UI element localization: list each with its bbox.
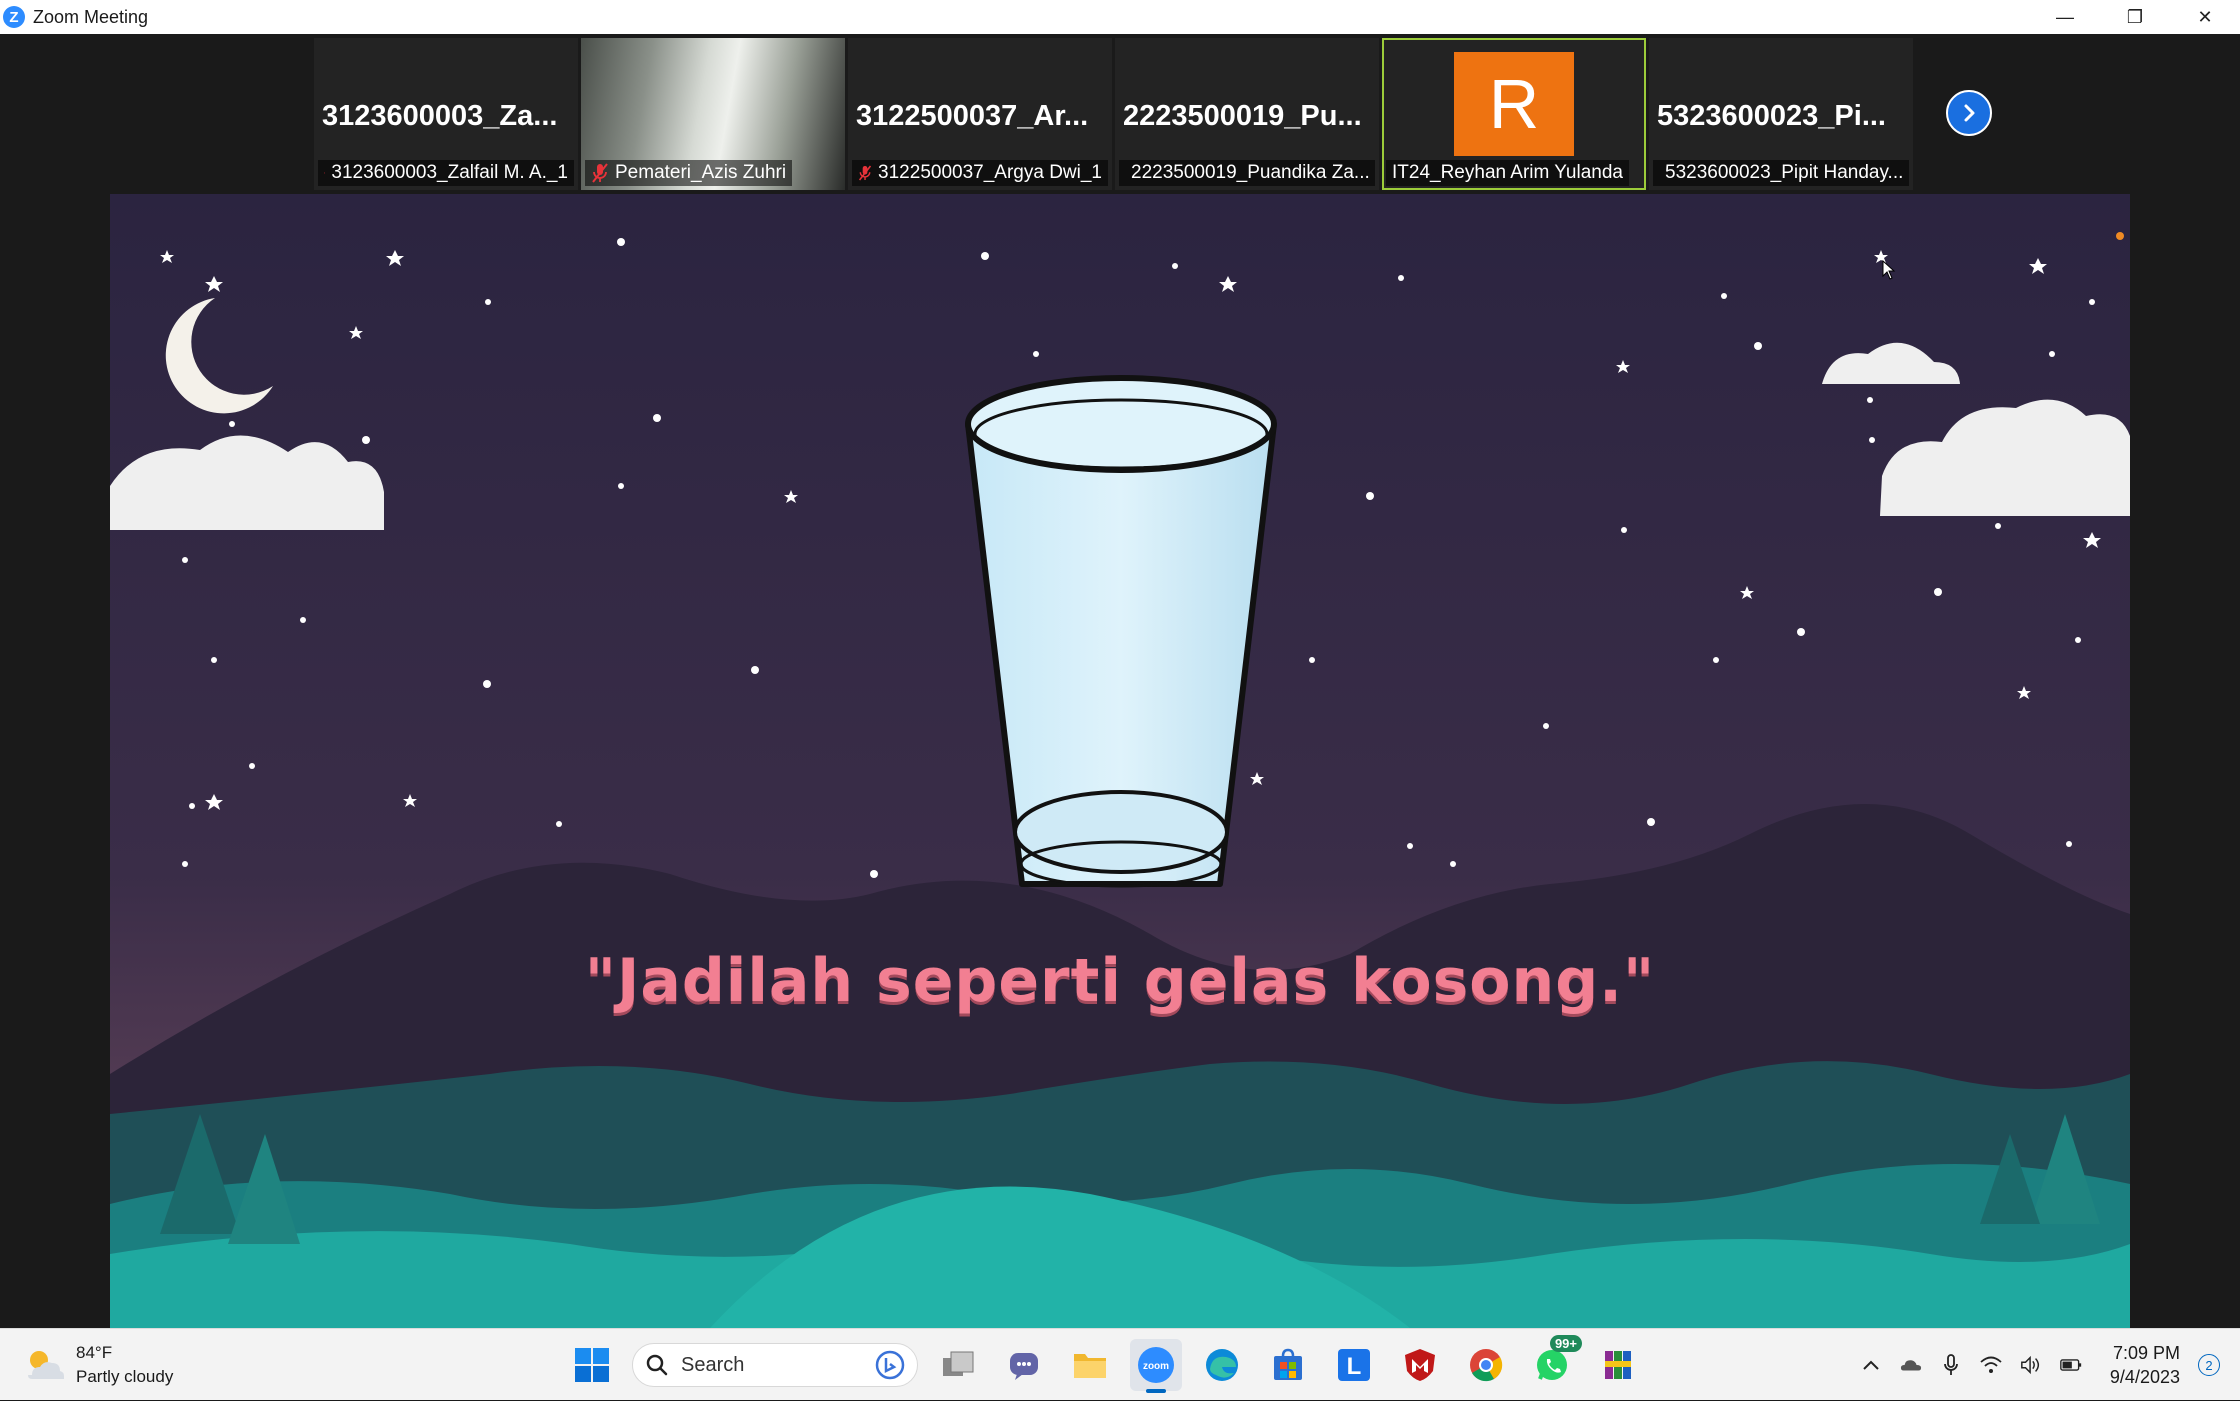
participant-tile-active-speaker[interactable]: R IT24_Reyhan Arim Yulanda [1382,38,1646,190]
muted-mic-icon [858,163,872,183]
clock-date: 9/4/2023 [2110,1365,2180,1389]
file-explorer-icon[interactable] [1064,1339,1116,1391]
slide-illustration [110,194,2130,1328]
participant-label: IT24_Reyhan Arim Yulanda [1386,160,1629,186]
avatar: R [1454,52,1574,156]
participant-display-name: 5323600023_Pi... [1657,100,1886,133]
title-bar: Z Zoom Meeting — ❐ ✕ [0,0,2240,34]
participant-label-text: 2223500019_Puandika Za... [1131,162,1370,184]
meeting-stage: 3123600003_Za... 3123600003_Zalfail M. A… [0,34,2240,1328]
search-placeholder: Search [681,1354,863,1377]
participant-label: Pemateri_Azis Zuhri [585,160,792,186]
participant-tile[interactable]: 3123600003_Za... 3123600003_Zalfail M. A… [314,38,578,190]
participant-label: 2223500019_Puandika Za... [1119,160,1375,186]
close-button[interactable]: ✕ [2170,0,2240,34]
participant-label-text: Pemateri_Azis Zuhri [615,162,786,184]
restore-button[interactable]: ❐ [2100,0,2170,34]
participant-tile[interactable]: 2223500019_Pu... 2223500019_Puandika Za.… [1115,38,1379,190]
chrome-icon[interactable] [1460,1339,1512,1391]
svg-text:L: L [1347,1353,1362,1380]
edge-icon[interactable] [1196,1339,1248,1391]
participant-label: 3122500037_Argya Dwi_1 [852,160,1108,186]
zoom-app-icon: Z [3,6,25,28]
next-page-button[interactable] [1946,90,1992,136]
participant-label: 5323600023_Pipit Handay... [1653,160,1909,186]
teams-chat-icon[interactable] [998,1339,1050,1391]
zoom-icon[interactable]: zoom [1130,1339,1182,1391]
window-title: Zoom Meeting [33,7,148,28]
winrar-icon[interactable] [1592,1339,1644,1391]
participant-tile[interactable]: 3122500037_Ar... 3122500037_Argya Dwi_1 [848,38,1112,190]
slide-quote: "Jadilah seperti gelas kosong." [110,946,2130,1016]
participant-label-text: 3122500037_Argya Dwi_1 [878,162,1102,184]
taskbar-search[interactable]: Search [632,1343,918,1387]
notification-badge: 99+ [1550,1335,1582,1352]
weather-temperature: 84°F [76,1341,173,1365]
participant-label-text: 3123600003_Zalfail M. A._1 [331,162,568,184]
shared-screen-slide: "Jadilah seperti gelas kosong." [110,194,2130,1328]
participant-label-text: 5323600023_Pipit Handay... [1665,162,1903,184]
participant-display-name: 3123600003_Za... [322,100,557,133]
muted-mic-icon [591,163,609,183]
mcafee-icon[interactable] [1394,1339,1446,1391]
participant-display-name: 3122500037_Ar... [856,100,1088,133]
chevron-up-icon[interactable] [1860,1354,1882,1376]
taskbar-apps: Search zoom L 99+ [566,1337,1644,1393]
windows-logo-icon [574,1347,610,1383]
start-button[interactable] [566,1339,618,1391]
taskbar-clock[interactable]: 7:09 PM 9/4/2023 [2110,1341,2180,1389]
system-tray: 7:09 PM 9/4/2023 2 [1860,1329,2220,1401]
wifi-icon[interactable] [1980,1354,2002,1376]
participant-label-text: IT24_Reyhan Arim Yulanda [1392,162,1623,184]
microphone-icon[interactable] [1940,1354,1962,1376]
glass-illustration [968,378,1274,886]
svg-text:zoom: zoom [1143,1361,1169,1372]
participant-label: 3123600003_Zalfail M. A._1 [318,160,574,186]
battery-icon[interactable] [2060,1354,2082,1376]
partly-cloudy-icon [24,1345,64,1385]
muted-mic-icon [324,163,325,183]
weather-description: Partly cloudy [76,1365,173,1389]
participant-strip: 3123600003_Za... 3123600003_Zalfail M. A… [314,38,1913,190]
mouse-cursor-icon [1882,260,1896,280]
weather-widget[interactable]: 84°F Partly cloudy [24,1341,173,1389]
whatsapp-icon[interactable]: 99+ [1526,1339,1578,1391]
participant-tile[interactable]: 5323600023_Pi... 5323600023_Pipit Handay… [1649,38,1913,190]
windows-taskbar: 84°F Partly cloudy Search zoom [0,1328,2240,1400]
task-view-icon[interactable] [932,1339,984,1391]
l-app-icon[interactable]: L [1328,1339,1380,1391]
clock-time: 7:09 PM [2110,1341,2180,1365]
window-controls: — ❐ ✕ [2030,0,2240,34]
participant-tile[interactable]: Pemateri_Azis Zuhri [581,38,845,190]
chevron-right-icon [1958,102,1980,124]
participant-display-name: 2223500019_Pu... [1123,100,1362,133]
minimize-button[interactable]: — [2030,0,2100,34]
onedrive-cloud-icon[interactable] [1900,1354,1922,1376]
notification-center-button[interactable]: 2 [2198,1354,2220,1376]
bing-icon [875,1350,905,1380]
store-icon[interactable] [1262,1339,1314,1391]
volume-icon[interactable] [2020,1354,2042,1376]
search-icon [645,1353,669,1377]
